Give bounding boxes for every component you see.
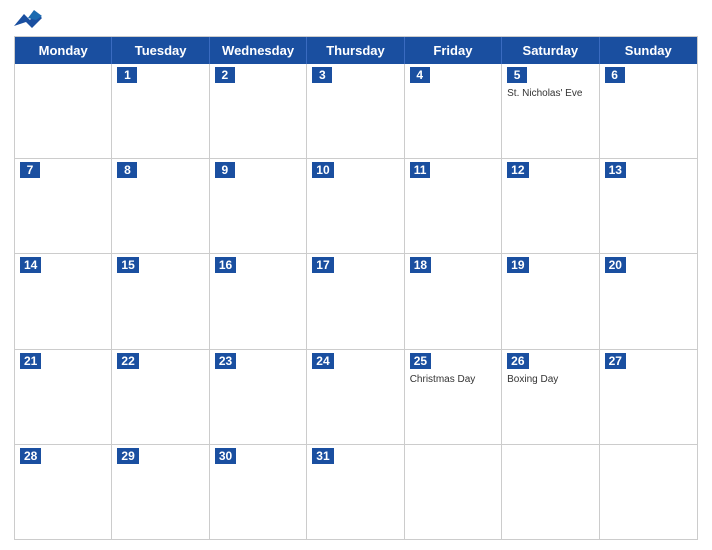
calendar-cell: 5 St. Nicholas' Eve xyxy=(502,64,599,158)
day-number: 17 xyxy=(312,257,333,273)
calendar-cell: 26 Boxing Day xyxy=(502,350,599,444)
day-number: 30 xyxy=(215,448,236,464)
calendar-cell: 1 xyxy=(112,64,209,158)
calendar-cell: 19 xyxy=(502,254,599,348)
day-number: 14 xyxy=(20,257,41,273)
calendar-cell: 13 xyxy=(600,159,697,253)
event-label: Christmas Day xyxy=(410,374,496,385)
calendar-cell xyxy=(600,445,697,539)
logo xyxy=(14,10,50,32)
top-bar xyxy=(14,10,698,32)
day-number: 23 xyxy=(215,353,236,369)
calendar-cell: 28 xyxy=(15,445,112,539)
calendar-cell: 17 xyxy=(307,254,404,348)
calendar-row-2: 7 8 9 10 11 12 13 xyxy=(15,159,697,254)
calendar-cell: 29 xyxy=(112,445,209,539)
calendar-cell: 7 xyxy=(15,159,112,253)
weekday-header-tuesday: Tuesday xyxy=(112,37,209,64)
day-number: 7 xyxy=(20,162,40,178)
calendar-cell: 21 xyxy=(15,350,112,444)
calendar-cell: 8 xyxy=(112,159,209,253)
calendar-cell: 6 xyxy=(600,64,697,158)
calendar-cell: 23 xyxy=(210,350,307,444)
event-label: Boxing Day xyxy=(507,374,593,385)
calendar-cell: 27 xyxy=(600,350,697,444)
calendar-row-3: 14 15 16 17 18 19 20 xyxy=(15,254,697,349)
calendar-cell: 22 xyxy=(112,350,209,444)
calendar-cell: 3 xyxy=(307,64,404,158)
day-number: 4 xyxy=(410,67,430,83)
calendar-cell: 11 xyxy=(405,159,502,253)
calendar-cell: 18 xyxy=(405,254,502,348)
weekday-header-friday: Friday xyxy=(405,37,502,64)
calendar-cell: 14 xyxy=(15,254,112,348)
calendar-cell: 4 xyxy=(405,64,502,158)
day-number: 11 xyxy=(410,162,431,178)
calendar-row-1: 1 2 3 4 5 St. Nicholas' Eve 6 xyxy=(15,64,697,159)
day-number: 16 xyxy=(215,257,236,273)
day-number: 5 xyxy=(507,67,527,83)
calendar-cell: 12 xyxy=(502,159,599,253)
day-number: 9 xyxy=(215,162,235,178)
event-label: St. Nicholas' Eve xyxy=(507,88,593,99)
calendar-grid: MondayTuesdayWednesdayThursdayFridaySatu… xyxy=(14,36,698,540)
day-number: 24 xyxy=(312,353,333,369)
day-number: 20 xyxy=(605,257,626,273)
day-number: 12 xyxy=(507,162,528,178)
day-number: 15 xyxy=(117,257,138,273)
calendar-cell: 25 Christmas Day xyxy=(405,350,502,444)
weekday-header-saturday: Saturday xyxy=(502,37,599,64)
calendar-cell: 30 xyxy=(210,445,307,539)
day-number: 6 xyxy=(605,67,625,83)
day-number: 13 xyxy=(605,162,626,178)
logo-icon xyxy=(14,10,42,32)
calendar-cell: 16 xyxy=(210,254,307,348)
calendar-cell: 10 xyxy=(307,159,404,253)
weekday-header-wednesday: Wednesday xyxy=(210,37,307,64)
day-number: 18 xyxy=(410,257,431,273)
calendar-cell: 31 xyxy=(307,445,404,539)
calendar-cell: 2 xyxy=(210,64,307,158)
calendar-cell xyxy=(405,445,502,539)
day-number: 2 xyxy=(215,67,235,83)
calendar-page: MondayTuesdayWednesdayThursdayFridaySatu… xyxy=(0,0,712,550)
weekday-header-sunday: Sunday xyxy=(600,37,697,64)
calendar-cell xyxy=(15,64,112,158)
day-number: 1 xyxy=(117,67,137,83)
calendar-body: 12345St. Nicholas' Eve678910111213141516… xyxy=(15,64,697,539)
weekday-header-thursday: Thursday xyxy=(307,37,404,64)
day-number: 31 xyxy=(312,448,333,464)
weekday-header-monday: Monday xyxy=(15,37,112,64)
day-number: 19 xyxy=(507,257,528,273)
day-number: 26 xyxy=(507,353,528,369)
calendar-cell xyxy=(502,445,599,539)
calendar-header: MondayTuesdayWednesdayThursdayFridaySatu… xyxy=(15,37,697,64)
calendar-row-5: 28 29 30 31 xyxy=(15,445,697,539)
day-number: 28 xyxy=(20,448,41,464)
day-number: 3 xyxy=(312,67,332,83)
day-number: 25 xyxy=(410,353,431,369)
calendar-cell: 20 xyxy=(600,254,697,348)
day-number: 29 xyxy=(117,448,138,464)
calendar-cell: 24 xyxy=(307,350,404,444)
calendar-row-4: 21 22 23 24 25 Christmas Day 26 Boxing Day 27 xyxy=(15,350,697,445)
day-number: 22 xyxy=(117,353,138,369)
day-number: 27 xyxy=(605,353,626,369)
day-number: 10 xyxy=(312,162,333,178)
day-number: 8 xyxy=(117,162,137,178)
calendar-cell: 9 xyxy=(210,159,307,253)
day-number: 21 xyxy=(20,353,41,369)
calendar-cell: 15 xyxy=(112,254,209,348)
